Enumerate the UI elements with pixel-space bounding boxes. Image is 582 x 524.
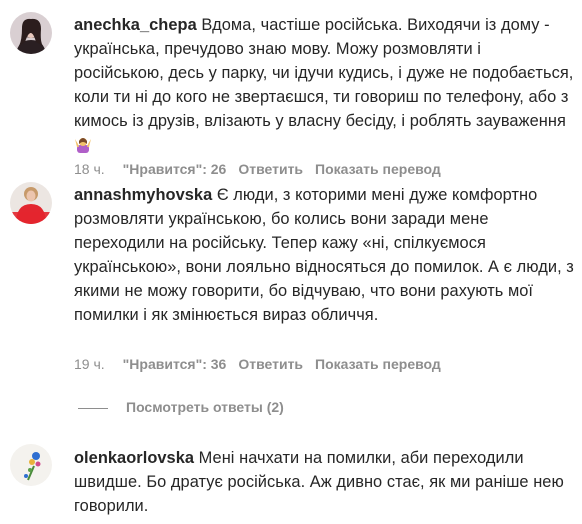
reply-button[interactable]: Ответить xyxy=(238,161,303,177)
translate-button[interactable]: Показать перевод xyxy=(315,161,441,177)
avatar[interactable] xyxy=(10,444,52,486)
avatar[interactable] xyxy=(10,182,52,224)
comment-text: olenkaorlovska Мені начхати на помилки, … xyxy=(74,446,574,518)
view-replies-label: Посмотреть ответы (2) xyxy=(126,399,284,415)
avatar[interactable] xyxy=(10,12,52,54)
comment-text: anechka_chepa Вдома, частіше російська. … xyxy=(74,13,574,157)
avatar-photo xyxy=(10,182,52,224)
comment-meta: 19 ч. "Нравится": 36 Ответить Показать пере… xyxy=(74,355,441,373)
comment-username[interactable]: anechka_chepa xyxy=(74,16,197,34)
comment-body: Є люди, з которими мені дуже комфортно р… xyxy=(74,186,574,324)
comment-meta: 18 ч. "Нравится": 26 Ответить Показать пере… xyxy=(74,160,441,178)
woman-shrugging-icon xyxy=(74,135,92,153)
likes-count[interactable]: "Нравится": 36 xyxy=(123,356,227,372)
comment-time: 19 ч. xyxy=(74,356,105,372)
translate-button[interactable]: Показать перевод xyxy=(315,356,441,372)
likes-count[interactable]: "Нравится": 26 xyxy=(123,161,227,177)
reply-button[interactable]: Ответить xyxy=(238,356,303,372)
comment-username[interactable]: olenkaorlovska xyxy=(74,449,194,467)
comment-text: annashmyhovska Є люди, з которими мені д… xyxy=(74,183,574,327)
comment-time: 18 ч. xyxy=(74,161,105,177)
avatar-photo xyxy=(10,444,52,486)
view-replies-button[interactable]: Посмотреть ответы (2) xyxy=(78,399,284,419)
avatar-photo xyxy=(10,12,52,54)
comment-username[interactable]: annashmyhovska xyxy=(74,186,212,204)
divider-line xyxy=(78,407,108,409)
